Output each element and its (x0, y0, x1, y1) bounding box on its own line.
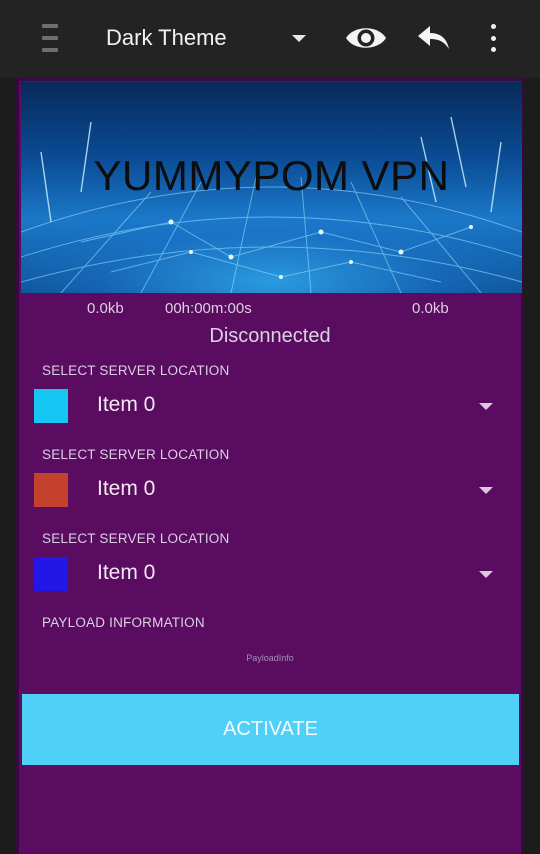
connection-status: Disconnected (209, 325, 331, 347)
server-location-label-2: SELECT SERVER LOCATION (42, 447, 230, 462)
app-toolbar: Dark Theme (0, 0, 540, 78)
server-location-value: Item 0 (97, 477, 156, 500)
dropdown-caret-icon (292, 35, 306, 42)
menu-icon[interactable] (38, 24, 62, 52)
banner-title: YUMMYPOM VPN (93, 152, 450, 199)
dropdown-caret-icon (479, 487, 493, 494)
dropdown-caret-icon (479, 403, 493, 410)
server-flag-swatch (34, 473, 68, 507)
server-location-spinner-3[interactable]: Item 0 (31, 555, 501, 595)
server-location-label-3: SELECT SERVER LOCATION (42, 531, 230, 546)
activate-button[interactable]: ACTIVATE (22, 694, 519, 765)
theme-selector[interactable]: Dark Theme (106, 20, 316, 56)
session-timer: 00h:00m:00s (165, 300, 252, 317)
server-location-value: Item 0 (97, 393, 156, 416)
server-location-label-1: SELECT SERVER LOCATION (42, 363, 230, 378)
server-flag-swatch (34, 557, 68, 591)
reply-icon[interactable] (416, 22, 452, 54)
server-flag-swatch (34, 389, 68, 423)
upload-counter: 0.0kb (412, 300, 449, 317)
download-counter: 0.0kb (87, 300, 124, 317)
payload-information-label: PAYLOAD INFORMATION (42, 615, 205, 630)
dropdown-caret-icon (479, 571, 493, 578)
eye-icon[interactable] (344, 22, 388, 54)
banner-image: YUMMYPOM VPN (21, 82, 522, 293)
server-location-spinner-1[interactable]: Item 0 (31, 387, 501, 427)
vpn-panel: YUMMYPOM VPN 0.0kb 00h:00m:00s 0.0kb Dis… (16, 78, 524, 854)
theme-selector-label: Dark Theme (106, 25, 227, 50)
server-location-spinner-2[interactable]: Item 0 (31, 471, 501, 511)
payload-info-text: PayloadInfo (246, 653, 294, 663)
server-location-value: Item 0 (97, 561, 156, 584)
more-vert-icon[interactable] (480, 22, 506, 54)
